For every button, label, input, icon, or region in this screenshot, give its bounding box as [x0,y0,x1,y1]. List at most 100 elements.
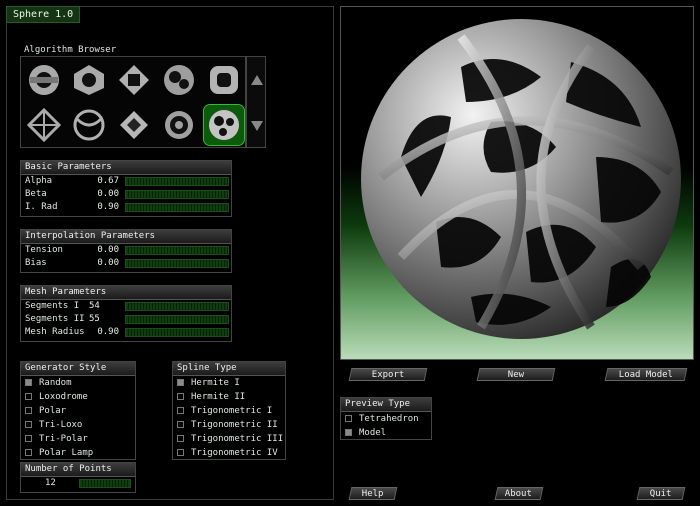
load-model-label: Load Model [618,370,673,380]
algorithm-thumb-5[interactable] [204,60,244,100]
algorithm-thumb-6[interactable] [24,105,64,145]
generator-style-title: Generator Style [21,362,135,376]
algorithm-thumb-9[interactable] [159,105,199,145]
checkbox[interactable] [345,415,352,422]
number-of-points-value: 12 [45,478,56,488]
generator-option-polar[interactable]: Polar [21,404,135,418]
algorithm-thumb-10-selected[interactable] [203,104,245,146]
preview-type-title: Preview Type [341,398,431,412]
param-value: 0.90 [97,327,119,337]
checkbox[interactable] [177,435,184,442]
option-label: Hermite I [191,378,240,388]
option-label: Tetrahedron [359,414,419,424]
help-button[interactable]: Help [348,487,398,500]
param-row-bias: Bias 0.00 [21,257,231,270]
generator-option-random[interactable]: Random [21,376,135,390]
option-label: Hermite II [191,392,246,402]
export-button[interactable]: Export [348,368,428,381]
param-value: 0.67 [97,176,119,186]
option-label: Trigonometric III [191,434,284,444]
sphere-model-render [361,19,681,339]
window-title: Sphere 1.0 [6,6,81,23]
spline-option-hermite-ii[interactable]: Hermite II [173,390,285,404]
checkbox[interactable] [25,407,32,414]
param-row-tension: Tension 0.00 [21,244,231,257]
param-value: 0.90 [97,202,119,212]
param-value: 0.00 [97,245,119,255]
checkbox[interactable] [177,379,184,386]
param-row-mesh-radius: Mesh Radius 0.90 [21,326,231,339]
checkbox[interactable] [25,435,32,442]
basic-parameters-panel: Basic Parameters Alpha 0.67 Beta 0.00 I.… [20,160,232,217]
quit-button[interactable]: Quit [636,487,686,500]
param-value: 55 [89,314,100,324]
segments-i-slider[interactable] [125,302,229,311]
interpolation-parameters-title: Interpolation Parameters [21,230,231,244]
spline-option-trigonometric-iv[interactable]: Trigonometric IV [173,446,285,460]
algorithm-thumb-2[interactable] [69,60,109,100]
spline-option-hermite-i[interactable]: Hermite I [173,376,285,390]
checkbox[interactable] [25,449,32,456]
mesh-radius-slider[interactable] [125,328,229,337]
i-rad-slider[interactable] [125,203,229,212]
bias-slider[interactable] [125,259,229,268]
algorithm-thumb-4[interactable] [159,60,199,100]
segments-ii-slider[interactable] [125,315,229,324]
basic-parameters-title: Basic Parameters [21,161,231,175]
mesh-parameters-title: Mesh Parameters [21,286,231,300]
spline-option-trigonometric-i[interactable]: Trigonometric I [173,404,285,418]
algorithm-thumb-3[interactable] [114,60,154,100]
spline-type-panel: Spline Type Hermite I Hermite II Trigono… [172,361,286,460]
export-label: Export [371,370,405,380]
algorithm-thumb-8[interactable] [114,105,154,145]
param-name: Mesh Radius [25,327,85,337]
about-label: About [505,489,533,499]
thumbnail-scroller [246,56,266,148]
scroll-down-arrow-icon[interactable] [250,119,264,133]
about-button[interactable]: About [494,487,544,500]
number-of-points-title: Number of Points [21,463,135,477]
generator-option-loxodrome[interactable]: Loxodrome [21,390,135,404]
checkbox[interactable] [177,449,184,456]
number-of-points-slider[interactable] [79,479,131,488]
preview-option-tetrahedron[interactable]: Tetrahedron [341,412,431,426]
checkbox[interactable] [177,393,184,400]
param-value: 54 [89,301,100,311]
scroll-up-arrow-icon[interactable] [250,73,264,87]
param-value: 0.00 [97,189,119,199]
generator-option-tri-loxo[interactable]: Tri-Loxo [21,418,135,432]
mesh-parameters-panel: Mesh Parameters Segments I 54 Segments I… [20,285,232,342]
preview-type-panel: Preview Type Tetrahedron Model [340,397,432,440]
param-name: Segments II [25,314,85,324]
checkbox[interactable] [25,379,32,386]
checkbox[interactable] [25,421,32,428]
checkbox[interactable] [25,393,32,400]
option-label: Trigonometric I [191,406,273,416]
help-label: Help [361,489,384,499]
load-model-button[interactable]: Load Model [604,368,688,381]
new-button[interactable]: New [476,368,556,381]
param-name: Alpha [25,176,53,186]
option-label: Tri-Loxo [39,420,83,430]
generator-option-polar-lamp[interactable]: Polar Lamp [21,446,135,460]
option-label: Polar Lamp [39,448,94,458]
generator-style-panel: Generator Style Random Loxodrome Polar T… [20,361,136,460]
spline-option-trigonometric-ii[interactable]: Trigonometric II [173,418,285,432]
param-name: Tension [25,245,63,255]
model-preview-viewport[interactable] [340,6,694,360]
spline-option-trigonometric-iii[interactable]: Trigonometric III [173,432,285,446]
tension-slider[interactable] [125,246,229,255]
preview-option-model[interactable]: Model [341,426,431,440]
checkbox[interactable] [345,429,352,436]
checkbox[interactable] [177,421,184,428]
option-label: Model [359,428,387,438]
algorithm-thumb-7[interactable] [69,105,109,145]
number-of-points-row: 12 [21,477,135,491]
param-row-segments-ii: Segments II 55 [21,313,231,326]
checkbox[interactable] [177,407,184,414]
algorithm-thumb-1[interactable] [24,60,64,100]
beta-slider[interactable] [125,190,229,199]
param-value: 0.00 [97,258,119,268]
alpha-slider[interactable] [125,177,229,186]
generator-option-tri-polar[interactable]: Tri-Polar [21,432,135,446]
